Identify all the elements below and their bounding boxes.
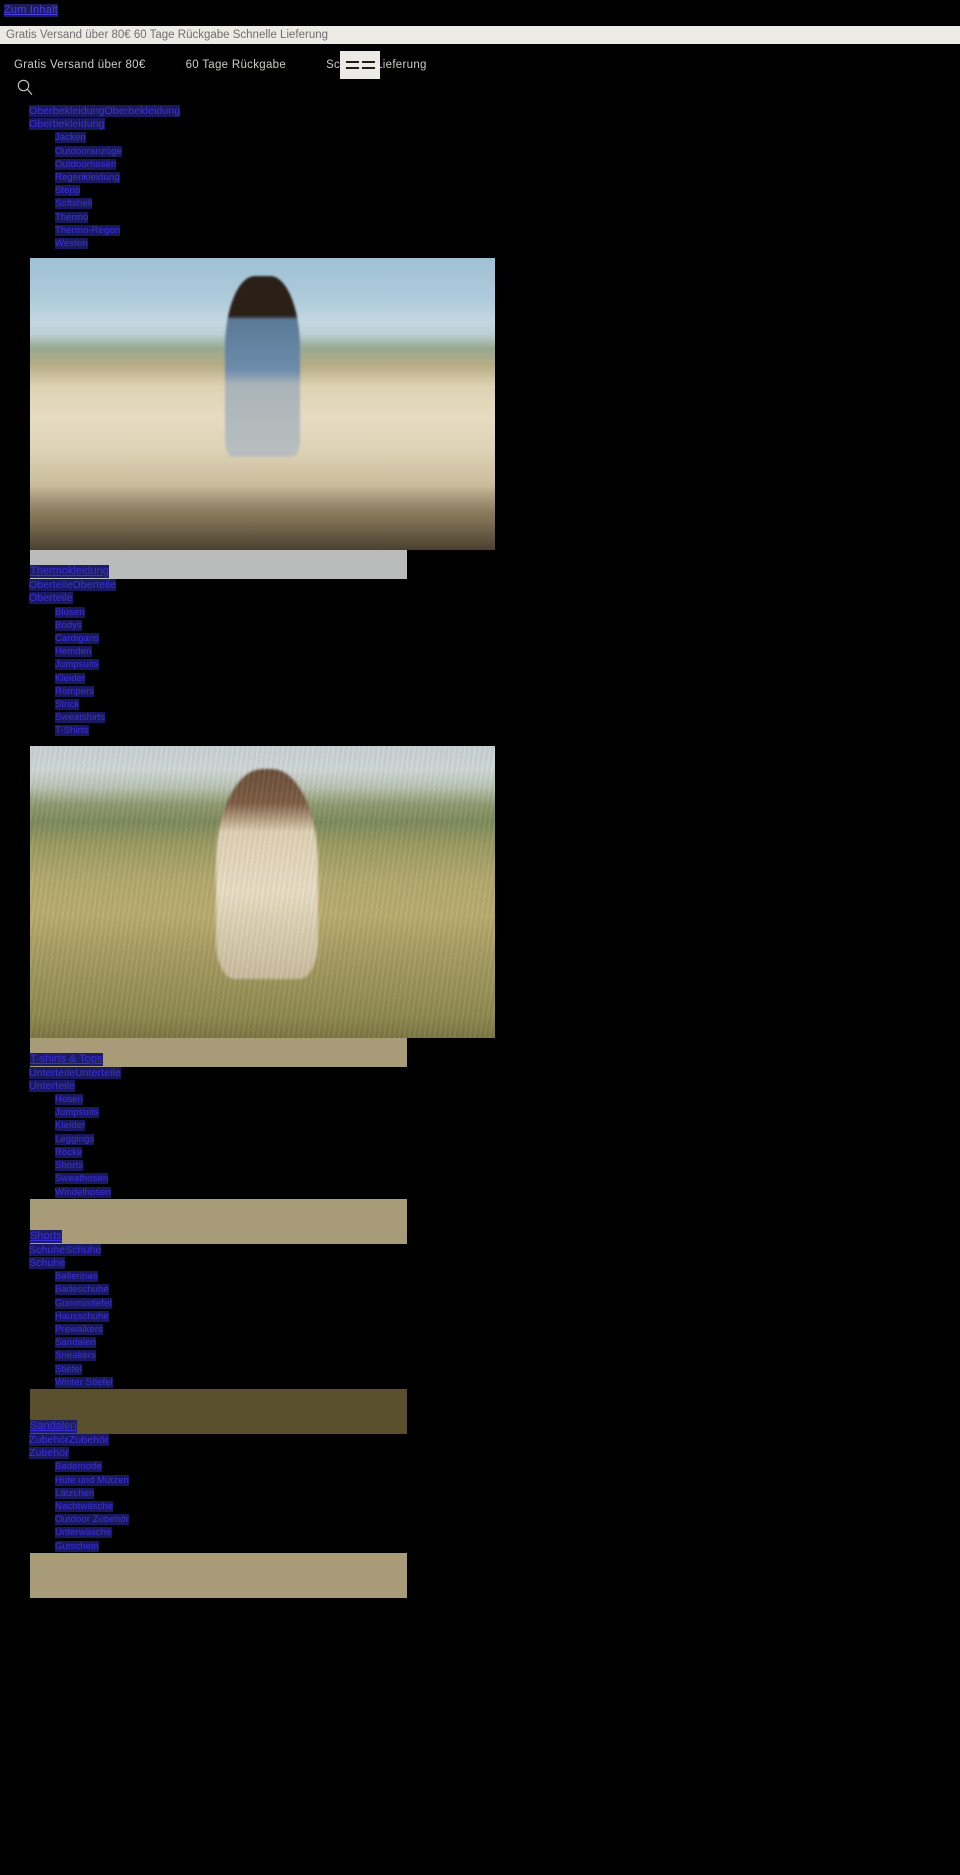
menu-item[interactable]: Sweathosen <box>55 1172 960 1185</box>
menu-item[interactable]: Cardigans <box>55 632 960 645</box>
menu-item[interactable]: Leggings <box>55 1133 960 1146</box>
menu-group-unterteile: UnterteileUnterteile Unterteile Hosen Ju… <box>0 1066 960 1244</box>
menu-item[interactable]: T-Shirts <box>55 724 960 737</box>
promo-image-beach <box>30 258 495 551</box>
menu-item[interactable]: Regenkleidung <box>55 171 960 184</box>
skip-to-content-link[interactable]: Zum Inhalt <box>4 4 58 17</box>
menu-item[interactable]: Bodys <box>55 619 960 632</box>
menu-item[interactable]: Kleider <box>55 672 960 685</box>
menu-item[interactable]: Kleider <box>55 1119 960 1132</box>
menu-group-heading-repeat[interactable]: SchuheSchuhe <box>0 1243 960 1257</box>
menu-sublist-schuhe: Ballerinas Badeschuhe Gummistiefel Hauss… <box>0 1270 960 1389</box>
menu-item[interactable]: Thermo <box>55 211 960 224</box>
menu-item[interactable]: Thermo-Regen <box>55 224 960 237</box>
menu-item[interactable]: Outdooranzüge <box>55 145 960 158</box>
promo-link-sandalen[interactable]: Sandalen <box>30 1419 77 1433</box>
menu-item[interactable]: Röcke <box>55 1146 960 1159</box>
menu-item[interactable]: Gutschein <box>55 1540 960 1553</box>
menu-item[interactable]: Ballerinas <box>55 1270 960 1283</box>
menu-item[interactable]: Sweatshirts <box>55 711 960 724</box>
promo-card-zubehoer[interactable] <box>30 1552 407 1598</box>
menu-item[interactable]: Outdoorhosen <box>55 158 960 171</box>
menu-group-heading[interactable]: Schuhe <box>0 1256 960 1270</box>
menu-item[interactable]: Stiefel <box>55 1363 960 1376</box>
promo-card-sandalen[interactable]: Sandalen <box>30 1388 407 1434</box>
hamburger-icon-second <box>361 61 375 69</box>
menu-item[interactable]: Stepp <box>55 184 960 197</box>
menu-sublist-zubehoer: Bademode Hüte und Mützen Lätzchen Nachtw… <box>0 1460 960 1552</box>
menu-item[interactable]: Bademode <box>55 1460 960 1473</box>
promo-image-field <box>30 745 495 1038</box>
promo-link-shorts[interactable]: Shorts <box>30 1229 62 1243</box>
promo-link-tshirts-tops[interactable]: T-shirts & Tops <box>30 1052 103 1066</box>
menu-group-heading[interactable]: Zubehör <box>0 1447 960 1460</box>
promo-caption: T-shirts & Tops <box>30 1037 407 1067</box>
menu-sublist-unterteile: Hosen Jumpsuits Kleider Leggings Röcke S… <box>0 1093 960 1199</box>
menu-item[interactable]: Badeschuhe <box>55 1283 960 1296</box>
menu-item[interactable]: Hausschuhe <box>55 1310 960 1323</box>
menu-item[interactable]: Sneakers <box>55 1349 960 1362</box>
menu-group-schuhe: SchuheSchuhe Schuhe Ballerinas Badeschuh… <box>0 1243 960 1434</box>
menu-sublist-oberteile: Blusen Bodys Cardigans Hemden Jumpsuits … <box>0 606 960 738</box>
menu-item[interactable]: Hemden <box>55 645 960 658</box>
menu-group-oberteile: OberteileOberteile Oberteile Blusen Body… <box>0 579 960 1067</box>
menu-item[interactable]: Unterwäsche <box>55 1526 960 1539</box>
menu-group-heading-repeat[interactable]: UnterteileUnterteile <box>0 1066 960 1080</box>
announcement-bar: Gratis Versand über 80€ 60 Tage Rückgabe… <box>0 48 960 82</box>
menu-group-heading[interactable]: Unterteile <box>0 1079 960 1093</box>
promo-link-thermokleidung[interactable]: Thermokleidung <box>30 565 109 579</box>
announcement-item-returns: 60 Tage Rückgabe <box>185 59 287 71</box>
menu-item[interactable]: Hüte und Mützen <box>55 1474 960 1487</box>
mobile-menu-panel: OberbekleidungOberbekleidung Oberbekleid… <box>0 105 960 1598</box>
announcement-item-shipping: Gratis Versand über 80€ <box>14 59 146 71</box>
announcement-strip: Gratis Versand über 80€ 60 Tage Rückgabe… <box>0 26 960 44</box>
menu-item[interactable]: Jumpsuits <box>55 1106 960 1119</box>
menu-item[interactable]: Shorts <box>55 1159 960 1172</box>
menu-item[interactable]: Westen <box>55 237 960 250</box>
menu-group-zubehoer: ZubehörZubehör Zubehör Bademode Hüte und… <box>0 1433 960 1598</box>
menu-item[interactable]: Prewalkers <box>55 1323 960 1336</box>
menu-item[interactable]: Winter Stiefel <box>55 1376 960 1389</box>
menu-item[interactable]: Rompers <box>55 685 960 698</box>
search-icon <box>17 79 33 95</box>
menu-sublist-oberbekleidung: Jacken Outdooranzüge Outdoorhosen Regenk… <box>0 131 960 250</box>
hamburger-menu-button[interactable] <box>340 51 380 79</box>
promo-card-tshirts-tops[interactable]: T-shirts & Tops <box>0 745 960 1067</box>
menu-item[interactable]: Windelhosen <box>55 1186 960 1199</box>
menu-item[interactable]: Strick <box>55 698 960 711</box>
menu-group-oberbekleidung: OberbekleidungOberbekleidung Oberbekleid… <box>0 105 960 580</box>
promo-card-shorts[interactable]: Shorts <box>30 1198 407 1244</box>
menu-item[interactable]: Blusen <box>55 606 960 619</box>
menu-item[interactable]: Outdoor Zubehör <box>55 1513 960 1526</box>
menu-group-heading[interactable]: Oberteile <box>0 592 960 605</box>
menu-item[interactable]: Hosen <box>55 1093 960 1106</box>
menu-item[interactable]: Nachtwäsche <box>55 1500 960 1513</box>
promo-caption: Thermokleidung <box>30 550 407 580</box>
menu-item[interactable]: Jumpsuits <box>55 658 960 671</box>
menu-item[interactable]: Gummistiefel <box>55 1297 960 1310</box>
menu-group-heading[interactable]: Oberbekleidung <box>0 118 960 131</box>
hamburger-icon <box>345 61 359 69</box>
search-button[interactable] <box>16 78 34 96</box>
menu-item[interactable]: Softshell <box>55 197 960 210</box>
announcement-strip-text: Gratis Versand über 80€ 60 Tage Rückgabe… <box>6 29 329 41</box>
menu-item[interactable]: Sandalen <box>55 1336 960 1349</box>
menu-item[interactable]: Lätzchen <box>55 1487 960 1500</box>
menu-group-heading-repeat[interactable]: OberteileOberteile <box>0 579 960 592</box>
menu-item[interactable]: Jacken <box>55 131 960 144</box>
menu-group-heading-repeat[interactable]: OberbekleidungOberbekleidung <box>0 105 960 118</box>
menu-group-heading-repeat[interactable]: ZubehörZubehör <box>0 1433 960 1447</box>
promo-card-thermokleidung[interactable]: Thermokleidung <box>0 258 960 580</box>
